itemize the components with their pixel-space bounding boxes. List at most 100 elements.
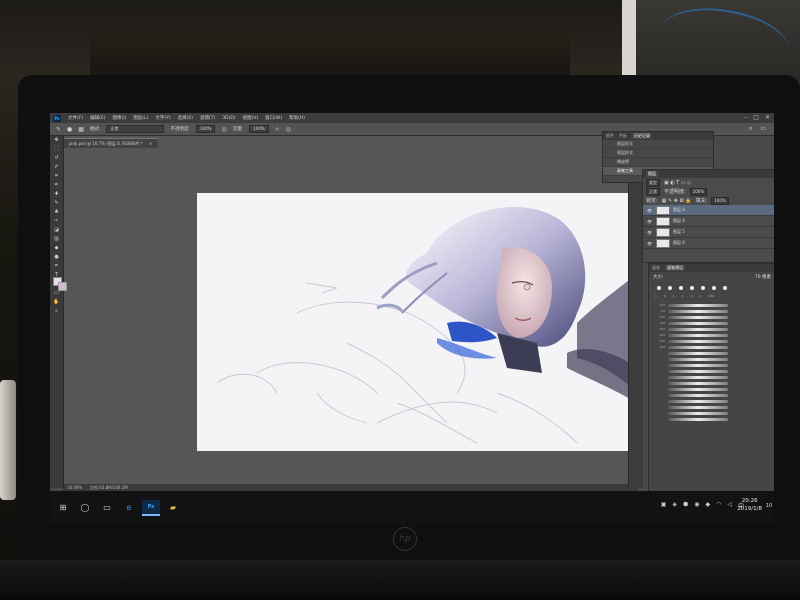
eyedropper-tool-icon[interactable]: ✒ [50, 181, 63, 190]
file-explorer-icon[interactable]: ▰ [164, 501, 182, 515]
layer-row[interactable]: 👁 图层 6 [643, 238, 774, 249]
menu-edit[interactable]: 编辑(E) [90, 115, 105, 121]
photoshop-taskbar-button[interactable]: Ps [142, 500, 160, 516]
stroke-size: 300 [659, 345, 665, 349]
hand-tool-icon[interactable]: ✋ [50, 298, 63, 307]
zoom-tool-icon[interactable]: ⌕ [50, 307, 63, 316]
tab-color[interactable]: 颜色 [606, 133, 614, 139]
search-icon[interactable]: ⌕ [749, 125, 752, 133]
layers-kind-select[interactable]: 类型 [646, 178, 660, 187]
visibility-eye-icon[interactable]: 👁 [647, 208, 653, 213]
stroke-size: 300 [659, 327, 665, 331]
menu-image[interactable]: 图像(I) [112, 115, 126, 121]
layers-panel-tabs: 图层 [643, 170, 774, 178]
layer-row[interactable]: 👁 图层 8 [643, 205, 774, 216]
tab-brush[interactable]: 画笔 [652, 265, 660, 271]
visibility-eye-icon[interactable]: 👁 [647, 230, 653, 235]
history-item[interactable]: 橡皮擦 [603, 158, 713, 167]
lock-icons[interactable]: ▦ ✎ ✥ ⊠ 🔒 [662, 198, 692, 204]
eraser-tool-icon[interactable]: ◪ [50, 226, 63, 235]
tab-history[interactable]: 历史记录 [632, 133, 652, 139]
airbrush-icon[interactable]: ✧ [275, 126, 280, 133]
maximize-icon[interactable]: ▢ [753, 114, 759, 121]
taskbar-clock[interactable]: 20:26 2019/1/8 [737, 497, 762, 513]
menu-view[interactable]: 视图(V) [243, 115, 259, 121]
tray-app-icon[interactable]: ◉ [694, 501, 699, 510]
layer-row[interactable]: 👁 图层 5 [643, 227, 774, 238]
system-tray: ▣ ◈ ⬢ ◉ ◆ ◠ ◁ 中 [661, 501, 744, 510]
close-icon[interactable]: ✕ [765, 114, 770, 121]
notification-center-icon[interactable]: 10 [764, 499, 774, 513]
layers-opacity-label: 不透明度: [664, 189, 686, 195]
layers-opacity-field[interactable]: 100% [689, 187, 708, 196]
tray-app-icon[interactable]: ◆ [705, 501, 710, 510]
brush-tip[interactable] [679, 286, 683, 290]
document-canvas[interactable] [197, 193, 637, 451]
brush-tip[interactable] [712, 286, 716, 290]
history-brush-icon[interactable]: ✑ [50, 217, 63, 226]
brush-tip[interactable] [723, 286, 727, 290]
volume-icon[interactable]: ◁ [727, 501, 732, 510]
windows-start-icon[interactable]: ⊞ [54, 501, 72, 515]
layer-row[interactable]: 👁 图层 9 [643, 216, 774, 227]
minimize-icon[interactable]: – [744, 114, 747, 121]
menu-layer[interactable]: 图层(L) [133, 115, 148, 121]
document-tab[interactable]: janji.psd @ 16.7% (图层 8, RGB/8#) * × [63, 138, 159, 148]
wifi-icon[interactable]: ◠ [716, 501, 721, 510]
tab-brush-presets[interactable]: 画笔预设 [665, 265, 685, 271]
move-tool-icon[interactable]: ✥ [50, 136, 63, 145]
workspace-icon[interactable]: ▭ [760, 125, 766, 133]
dodge-tool-icon[interactable]: ● [50, 253, 63, 262]
brush-tip[interactable] [690, 286, 694, 290]
tray-app-icon[interactable]: ◈ [672, 501, 677, 510]
menu-window[interactable]: 窗口(W) [265, 115, 282, 121]
menu-file[interactable]: 文件(F) [68, 115, 83, 121]
brush-panel-toggle-icon[interactable]: ▦ [78, 126, 84, 133]
stamp-tool-icon[interactable]: ♣ [50, 208, 63, 217]
pressure-size-icon[interactable]: ◎ [286, 126, 291, 133]
task-view-icon[interactable]: ▭ [98, 501, 116, 515]
crop-tool-icon[interactable]: ⌗ [50, 172, 63, 181]
tray-app-icon[interactable]: ▣ [661, 501, 667, 510]
tab-swatches[interactable]: 色板 [619, 133, 627, 139]
foreground-color-swatch[interactable] [58, 282, 67, 291]
brush-stroke-item[interactable] [655, 416, 767, 422]
mode-select[interactable]: 正常 [106, 125, 165, 133]
brush-tip[interactable] [657, 286, 661, 290]
visibility-eye-icon[interactable]: 👁 [647, 241, 653, 246]
history-item[interactable]: 图层样式 [603, 149, 713, 158]
history-item[interactable]: 图层样式 [603, 140, 713, 149]
pen-tool-icon[interactable]: ✒ [50, 262, 63, 271]
close-tab-icon[interactable]: × [149, 141, 152, 146]
menu-filter[interactable]: 滤镜(T) [200, 115, 215, 121]
brush-picker-icon[interactable]: ● [67, 126, 72, 133]
tab-layers[interactable]: 图层 [646, 171, 658, 177]
cortana-icon[interactable]: ◯ [76, 501, 94, 515]
menu-help[interactable]: 帮助(H) [289, 115, 305, 121]
menu-type[interactable]: 文字(Y) [155, 115, 170, 121]
blur-tool-icon[interactable]: ◆ [50, 244, 63, 253]
brush-tip[interactable] [701, 286, 705, 290]
marquee-tool-icon[interactable]: ⬚ [50, 145, 63, 154]
lasso-tool-icon[interactable]: ↺ [50, 154, 63, 163]
zoom-readout[interactable]: 16.69% [67, 485, 82, 490]
flow-field[interactable]: 100% [249, 125, 269, 133]
edge-browser-icon[interactable]: e [120, 501, 138, 515]
menu-select[interactable]: 选择(S) [178, 115, 193, 121]
gradient-tool-icon[interactable]: ▥ [50, 235, 63, 244]
brush-tool-icon[interactable]: ✎ [50, 199, 63, 208]
pressure-opacity-icon[interactable]: ◎ [221, 126, 226, 133]
brush-tool-icon[interactable]: ✎ [56, 126, 61, 133]
quick-select-tool-icon[interactable]: ✐ [50, 163, 63, 172]
filter-icons[interactable]: ▣ ◐ T ▭ ◇ [664, 180, 691, 186]
laptop-screen: Ps 文件(F) 编辑(E) 图像(I) 图层(L) 文字(Y) 选择(S) 滤… [50, 113, 774, 525]
tray-app-icon[interactable]: ⬢ [683, 501, 688, 510]
brush-size-value[interactable]: 70 像素 [755, 274, 771, 280]
layers-fill-field[interactable]: 100% [711, 196, 729, 205]
menu-3d[interactable]: 3D(D) [222, 116, 235, 121]
brush-tip[interactable] [668, 286, 672, 290]
layers-blend-select[interactable]: 正常 [646, 187, 660, 196]
healing-tool-icon[interactable]: ✚ [50, 190, 63, 199]
visibility-eye-icon[interactable]: 👁 [647, 219, 653, 224]
opacity-field[interactable]: 100% [196, 125, 216, 133]
